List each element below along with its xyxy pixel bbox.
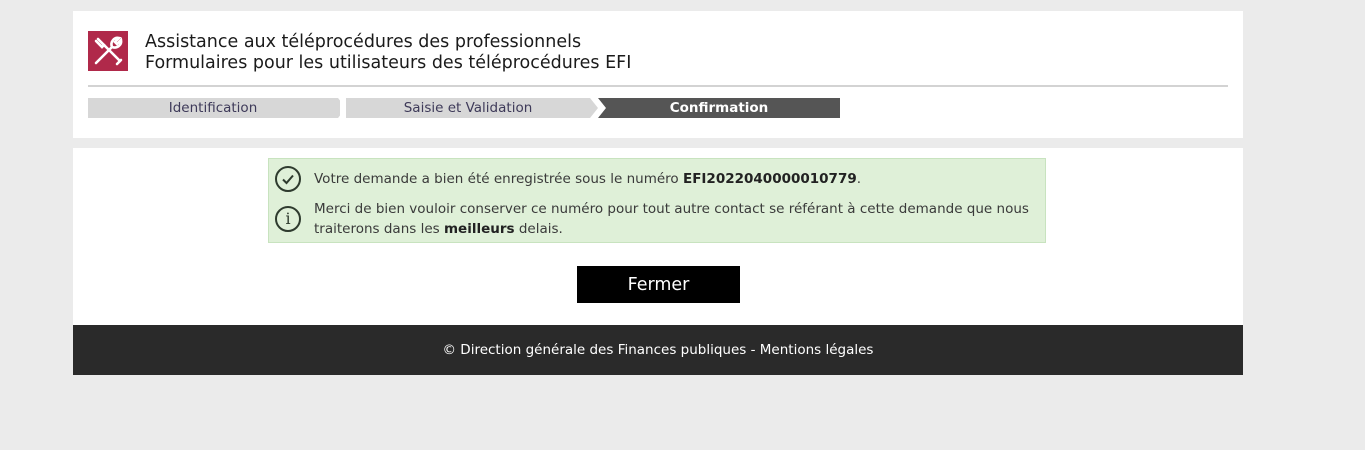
tools-icon	[88, 31, 128, 71]
step-saisie-validation: Saisie et Validation	[346, 98, 590, 118]
info-line-2: traiterons dans les meilleurs delais.	[314, 219, 1029, 239]
step-identification: Identification	[88, 98, 338, 118]
header-divider	[88, 85, 1228, 87]
check-circle-icon	[275, 166, 301, 192]
request-number: EFI2022040000010779	[682, 171, 857, 187]
close-button[interactable]: Fermer	[577, 266, 740, 303]
message-text: .	[856, 171, 862, 187]
step-label: Confirmation	[669, 100, 769, 116]
header-panel: Assistance aux téléprocédures des profes…	[73, 11, 1243, 138]
message-text: traiterons dans les	[314, 221, 444, 237]
step-confirmation: Confirmation	[598, 98, 840, 118]
step-label: Identification	[168, 100, 258, 116]
message-text: delais.	[514, 221, 563, 237]
main-panel: Votre demande a bien été enregistrée sou…	[73, 148, 1243, 325]
page-title: Assistance aux téléprocédures des profes…	[145, 32, 582, 52]
footer-text[interactable]: © Direction générale des Finances publiq…	[443, 342, 874, 358]
footer: © Direction générale des Finances publiq…	[73, 325, 1243, 375]
step-arrow	[590, 98, 598, 118]
info-message: Merci de bien vouloir conserver ce numér…	[314, 199, 1029, 239]
page-subtitle: Formulaires pour les utilisateurs des té…	[145, 53, 632, 73]
success-alert: Votre demande a bien été enregistrée sou…	[268, 158, 1046, 243]
info-line-1: Merci de bien vouloir conserver ce numér…	[314, 201, 1029, 217]
header-titles: Assistance aux téléprocédures des profes…	[145, 32, 631, 74]
confirmation-message: Votre demande a bien été enregistrée sou…	[314, 169, 861, 189]
message-text: Votre demande a bien été enregistrée sou…	[314, 171, 683, 187]
step-label: Saisie et Validation	[403, 100, 533, 116]
progress-steps: Identification Saisie et Validation Conf…	[88, 98, 840, 118]
info-circle-icon: i	[275, 206, 301, 232]
emphasis-text: meilleurs	[443, 221, 515, 237]
step-notch	[598, 98, 606, 118]
